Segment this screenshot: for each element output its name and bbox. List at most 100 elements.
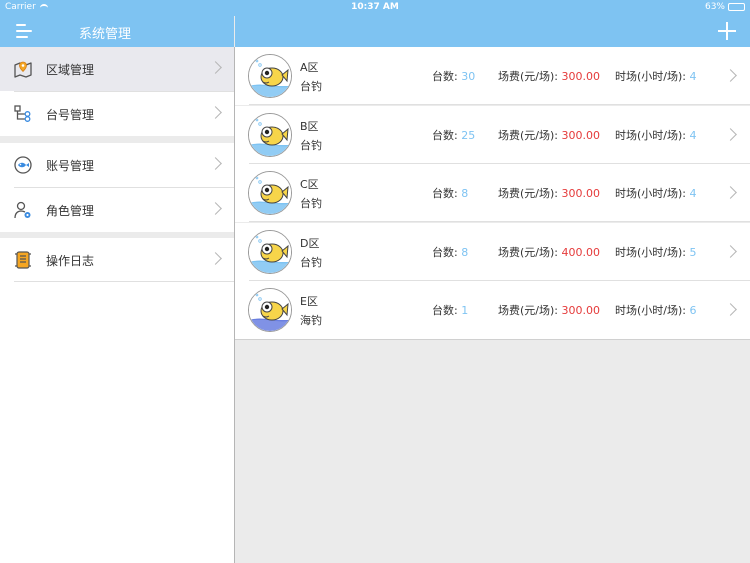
fish-avatar-icon: [248, 54, 292, 98]
map-pin-icon: [14, 61, 32, 78]
table-count-label: 台数:: [432, 129, 462, 142]
fish-avatar-icon: [248, 171, 292, 215]
area-name: D区: [300, 237, 320, 250]
duration-value: 6: [689, 304, 697, 317]
area-row[interactable]: C区 台钓 台数: 8 场费(元/场): 300.00 时场(小时/场): 4: [235, 164, 750, 222]
table-count-label: 台数:: [432, 304, 462, 317]
battery-percent: 63%: [704, 2, 725, 12]
fee: 场费(元/场): 300.00: [498, 302, 600, 318]
sidebar-item-table-management[interactable]: 台号管理: [0, 92, 234, 136]
duration-value: 4: [689, 70, 697, 83]
duration-value: 4: [689, 187, 697, 200]
sidebar-item-account-management[interactable]: 账号管理: [0, 143, 234, 187]
table-count-label: 台数:: [432, 246, 462, 259]
user-gear-icon: [14, 201, 31, 219]
table-count-value: 30: [461, 70, 476, 83]
duration: 时场(小时/场): 4: [615, 127, 697, 143]
area-type: 台钓: [300, 197, 322, 210]
battery-info: 63%: [705, 2, 745, 12]
row-divider: [249, 221, 750, 222]
area-row[interactable]: A区 台钓 台数: 30 场费(元/场): 300.00 时场(小时/场): 4: [235, 47, 750, 105]
duration-label: 时场(小时/场):: [615, 187, 690, 200]
sidebar-item-role-management[interactable]: 角色管理: [0, 188, 234, 232]
duration-value: 5: [689, 246, 697, 259]
fee: 场费(元/场): 300.00: [498, 127, 600, 143]
area-row[interactable]: B区 台钓 台数: 25 场费(元/场): 300.00 时场(小时/场): 4: [235, 106, 750, 164]
area-type: 台钓: [300, 80, 322, 93]
table-count-value: 8: [461, 246, 469, 259]
battery-icon: [728, 3, 745, 11]
fee-value: 300.00: [561, 187, 601, 200]
chevron-right-icon: [209, 61, 222, 74]
table-count-label: 台数:: [432, 187, 462, 200]
fee-label: 场费(元/场):: [498, 70, 562, 83]
area-type: 台钓: [300, 139, 322, 152]
fee-value: 300.00: [561, 70, 601, 83]
fish-avatar-icon: [248, 230, 292, 274]
table-count-value: 8: [461, 187, 469, 200]
fee: 场费(元/场): 300.00: [498, 185, 600, 201]
sidebar-item-operation-log[interactable]: 操作日志: [0, 238, 234, 282]
table-count-value: 25: [461, 129, 476, 142]
fee-label: 场费(元/场):: [498, 129, 562, 142]
sidebar-item-label: 台号管理: [46, 108, 95, 122]
sidebar: 区域管理 台号管理 账号管理 角色管理 操作日志: [0, 47, 234, 563]
tree-icon: [14, 105, 31, 122]
table-count: 台数: 8: [432, 244, 468, 260]
sidebar-item-area-management[interactable]: 区域管理: [0, 47, 234, 91]
duration: 时场(小时/场): 4: [615, 68, 697, 84]
fee-label: 场费(元/场):: [498, 187, 562, 200]
fee-value: 400.00: [561, 246, 601, 259]
chevron-right-icon: [724, 303, 737, 316]
chevron-right-icon: [209, 106, 222, 119]
table-count: 台数: 8: [432, 185, 468, 201]
duration-value: 4: [689, 129, 697, 142]
fee-label: 场费(元/场):: [498, 246, 562, 259]
sidebar-item-label: 操作日志: [46, 254, 95, 268]
sidebar-item-label: 账号管理: [46, 159, 95, 173]
chevron-right-icon: [209, 157, 222, 170]
main-header: [235, 16, 750, 47]
area-name: A区: [300, 61, 319, 74]
duration-label: 时场(小时/场):: [615, 70, 690, 83]
sidebar-item-label: 角色管理: [46, 204, 95, 218]
fee-label: 场费(元/场):: [498, 304, 562, 317]
fee: 场费(元/场): 300.00: [498, 68, 600, 84]
chevron-right-icon: [209, 252, 222, 265]
area-name: B区: [300, 120, 319, 133]
chevron-right-icon: [724, 245, 737, 258]
duration-label: 时场(小时/场):: [615, 246, 690, 259]
status-bar: Carrier 10:37 AM 63%: [0, 0, 750, 16]
table-count: 台数: 30: [432, 68, 475, 84]
fish-avatar-icon: [248, 113, 292, 157]
chevron-right-icon: [724, 128, 737, 141]
fee-value: 300.00: [561, 129, 601, 142]
duration: 时场(小时/场): 5: [615, 244, 697, 260]
table-count-value: 1: [461, 304, 469, 317]
area-row[interactable]: E区 海钓 台数: 1 场费(元/场): 300.00 时场(小时/场): 6: [235, 281, 750, 339]
area-name: E区: [300, 295, 318, 308]
scroll-icon: [15, 251, 31, 269]
table-count-label: 台数:: [432, 70, 462, 83]
area-type: 海钓: [300, 314, 322, 327]
chevron-right-icon: [724, 186, 737, 199]
area-type: 台钓: [300, 256, 322, 269]
list-bottom-divider: [235, 339, 750, 340]
fee: 场费(元/场): 400.00: [498, 244, 600, 260]
duration-label: 时场(小时/场):: [615, 129, 690, 142]
duration: 时场(小时/场): 4: [615, 185, 697, 201]
add-area-button[interactable]: [718, 22, 736, 40]
area-name: C区: [300, 178, 319, 191]
area-row[interactable]: D区 台钓 台数: 8 场费(元/场): 400.00 时场(小时/场): 5: [235, 223, 750, 281]
chevron-right-icon: [724, 69, 737, 82]
duration: 时场(小时/场): 6: [615, 302, 697, 318]
row-divider: [249, 104, 750, 105]
sidebar-header: 系统管理: [0, 16, 234, 47]
chevron-right-icon: [209, 202, 222, 215]
table-count: 台数: 1: [432, 302, 468, 318]
sidebar-item-label: 区域管理: [46, 63, 95, 77]
table-count: 台数: 25: [432, 127, 475, 143]
duration-label: 时场(小时/场):: [615, 304, 690, 317]
sidebar-title: 系统管理: [78, 27, 131, 42]
fish-avatar-icon: [248, 288, 292, 332]
